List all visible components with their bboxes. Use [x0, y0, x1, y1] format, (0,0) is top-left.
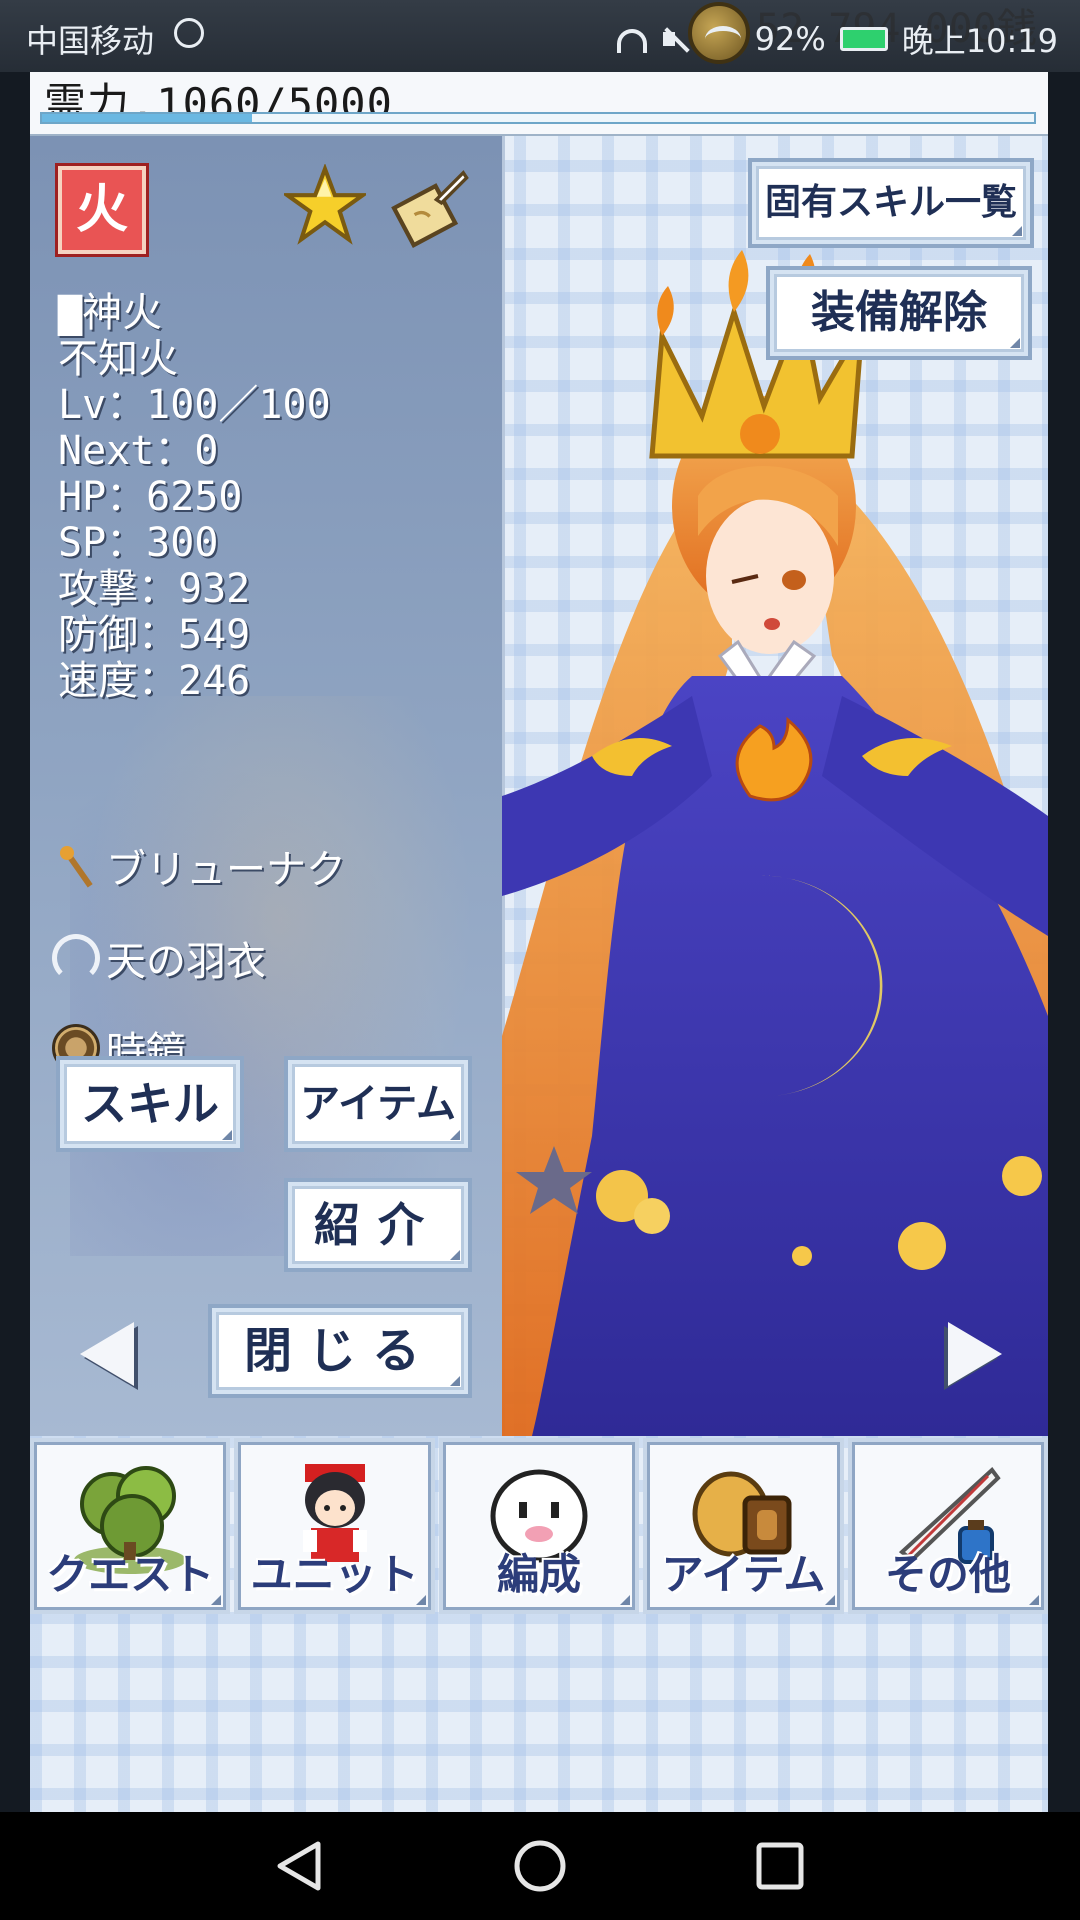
spirit-power-fill	[42, 114, 253, 122]
headset-icon	[616, 29, 647, 53]
robe-icon	[52, 934, 100, 982]
nav-item-label: アイテム	[661, 1550, 826, 1599]
weapon-icon	[52, 842, 100, 890]
bottom-nav: クエスト ユニット 編成 アイテム その他	[30, 1438, 1048, 1614]
equipment-armor-name: 天の羽衣	[106, 939, 266, 985]
nav-formation-label: 編成	[497, 1550, 582, 1599]
unique-skill-list-button[interactable]: 固有スキル一覧	[752, 162, 1030, 244]
next-character-arrow-icon[interactable]	[948, 1322, 1002, 1386]
status-bar: 中国移动 52,794,000銭 92% 晚上10:19	[0, 0, 1080, 72]
nav-item[interactable]: アイテム	[643, 1438, 844, 1614]
recents-icon[interactable]	[750, 1836, 810, 1896]
back-icon[interactable]	[270, 1836, 330, 1896]
nav-quest[interactable]: クエスト	[30, 1438, 231, 1614]
carrier-name: 中国移动	[26, 22, 155, 60]
skill-button[interactable]: スキル	[60, 1060, 240, 1148]
introduction-button[interactable]: 紹介	[288, 1182, 468, 1268]
clock: 晚上10:19	[901, 22, 1058, 60]
previous-character-arrow-icon[interactable]	[80, 1322, 134, 1386]
note-quill-icon[interactable]	[386, 166, 470, 250]
nav-formation[interactable]: 編成	[438, 1438, 640, 1614]
nav-unit[interactable]: ユニット	[234, 1438, 435, 1614]
item-button[interactable]: アイテム	[288, 1060, 468, 1148]
favorite-star-icon[interactable]	[284, 164, 366, 246]
sync-icon	[174, 18, 204, 48]
spirit-power-track	[40, 112, 1036, 124]
nav-other[interactable]: その他	[847, 1438, 1048, 1614]
nav-quest-label: クエスト	[46, 1550, 215, 1599]
stat-speed: 速度：246	[58, 658, 251, 704]
equipment-weapon-name: ブリューナク	[106, 847, 346, 893]
fire-element-badge: 火	[55, 163, 149, 257]
battery-percent: 92%	[754, 20, 826, 58]
mute-icon	[661, 24, 691, 54]
equipment-weapon[interactable]: ブリューナク	[52, 836, 346, 896]
wifi-icon	[704, 26, 741, 52]
nav-other-label: その他	[884, 1550, 1011, 1599]
equipment-armor[interactable]: 天の羽衣	[52, 928, 266, 988]
nav-unit-label: ユニット	[250, 1550, 419, 1599]
spirit-power-bar: 霊力.1060/5000	[30, 72, 1048, 136]
android-navigation-bar	[0, 1812, 1080, 1920]
home-icon[interactable]	[510, 1836, 570, 1896]
unequip-button[interactable]: 装備解除	[770, 270, 1028, 356]
close-button[interactable]: 閉じる	[212, 1308, 468, 1394]
game-screen: 霊力.1060/5000 火 ▇神火 不知火 Lv：100／100 Next：0…	[30, 72, 1048, 1812]
battery-icon	[839, 27, 888, 51]
